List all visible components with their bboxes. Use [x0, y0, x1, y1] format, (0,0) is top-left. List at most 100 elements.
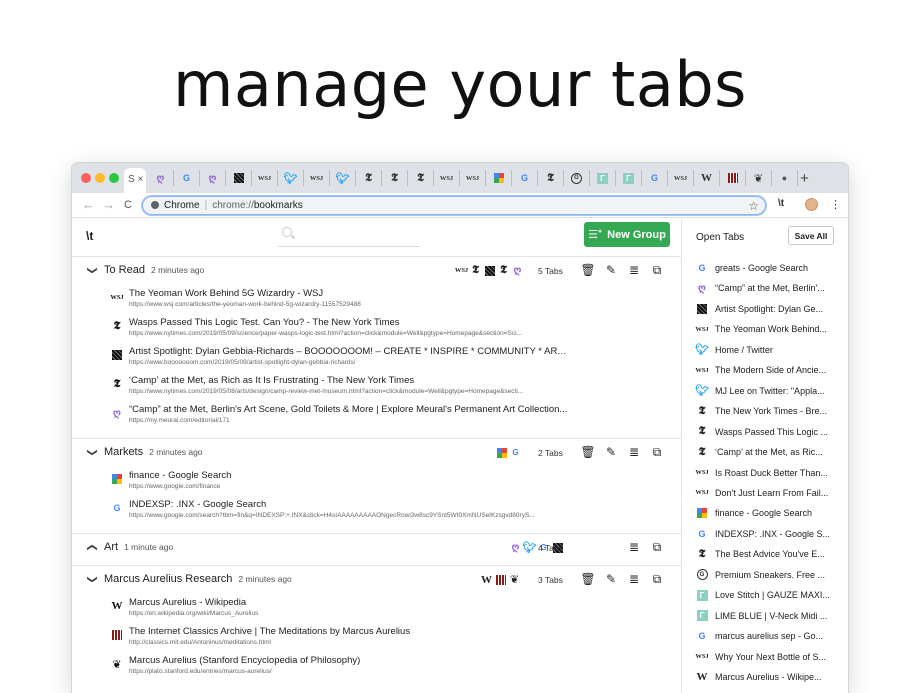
maximize-window-button[interactable] [109, 173, 119, 183]
bookmark-item[interactable]: finance - Google Search https://www.googl… [72, 467, 682, 496]
reload-icon[interactable]: C [124, 199, 132, 211]
bookmark-star-icon[interactable]: ☆ [748, 199, 759, 213]
bookmark-item[interactable]: ღ “Camp” at the Met, Berlin's Art Scene, … [72, 401, 682, 430]
extension-icon[interactable]: \t [778, 198, 784, 209]
chevron-up-icon[interactable]: ❯ [87, 543, 98, 551]
open-external-icon[interactable]: ⧉ [650, 445, 664, 459]
trash-icon[interactable]: 🗑︎ [580, 445, 595, 459]
browser-tab-wsj-icon[interactable]: WSJ [668, 170, 694, 186]
menu-icon[interactable]: ⋮ [830, 198, 841, 211]
open-tab-item[interactable]: 𝕿 The New York Times - Bre... [696, 402, 836, 420]
browser-tab-stitch-icon[interactable]: Γ [590, 170, 616, 186]
browser-tab-meural-icon[interactable]: ღ [200, 170, 226, 186]
browser-tab-nyt-icon[interactable]: 𝕿 [382, 170, 408, 186]
new-group-button[interactable]: ☰+ New Group [584, 222, 670, 247]
list-icon[interactable]: ≣ [627, 263, 641, 277]
open-tab-item[interactable]: W Marcus Aurelius - Wikipe... [696, 668, 836, 686]
bookmark-title[interactable]: “Camp” at the Met, Berlin's Art Scene, G… [129, 404, 569, 415]
browser-tab-meural-icon[interactable]: ღ [148, 170, 174, 186]
trash-icon[interactable]: 🗑︎ [580, 572, 595, 586]
browser-tab-nyt-icon[interactable]: 𝕿 [356, 170, 382, 186]
new-tab-button[interactable]: + [800, 170, 809, 187]
open-tab-item[interactable]: WSJ The Yeoman Work Behind... [695, 320, 836, 338]
browser-tab-google-icon[interactable]: G [512, 170, 538, 186]
open-tab-item[interactable]: Γ LIME BLUE | V-Neck Midi ... [696, 607, 836, 625]
save-all-button[interactable]: Save All [788, 226, 834, 245]
bookmark-title[interactable]: Marcus Aurelius - Wikipedia [129, 597, 569, 608]
pencil-icon[interactable]: ✎ [604, 263, 618, 277]
pencil-icon[interactable]: ✎ [604, 572, 618, 586]
open-tab-item[interactable]: 🐦︎ MJ Lee on Twitter: "Appla... [695, 382, 836, 400]
browser-tab-twitter-icon[interactable]: 🐦︎ [278, 170, 304, 186]
minimize-window-button[interactable] [95, 173, 105, 183]
url-input[interactable]: Chrome | chrome://bookmarks ☆ [142, 196, 766, 215]
open-tab-item[interactable]: Artist Spotlight: Dylan Ge... [696, 300, 836, 318]
browser-tab-wikipedia-icon[interactable]: W [694, 170, 720, 186]
browser-tab-nyt-icon[interactable]: 𝕿 [408, 170, 434, 186]
chevron-down-icon[interactable]: ❯ [87, 266, 98, 274]
bookmark-title[interactable]: finance - Google Search [129, 470, 569, 481]
open-tab-item[interactable]: 𝕿 The Best Advice You've E... [696, 545, 836, 563]
bookmark-item[interactable]: 𝕿 Wasps Passed This Logic Test. Can You? … [72, 314, 682, 343]
browser-tab-google-icon[interactable]: G [642, 170, 668, 186]
bookmark-item[interactable]: The Internet Classics Archive | The Medi… [72, 623, 682, 652]
bookmark-title[interactable]: INDEXSP: .INX - Google Search [129, 499, 569, 510]
open-tab-item[interactable]: WSJ The Modern Side of Ancie... [695, 361, 836, 379]
close-window-button[interactable] [81, 173, 91, 183]
bookmark-title[interactable]: ‘Camp’ at the Met, as Rich as It Is Frus… [129, 375, 569, 386]
bookmark-title[interactable]: Artist Spotlight: Dylan Gebbia-Richards … [129, 346, 569, 357]
bookmark-item[interactable]: ❦ Marcus Aurelius (Stanford Encyclopedia … [72, 652, 682, 681]
browser-tab-wsj-icon[interactable]: WSJ [252, 170, 278, 186]
forward-icon[interactable]: → [102, 197, 115, 212]
browser-tab-wsj-icon[interactable]: WSJ [460, 170, 486, 186]
open-tab-item[interactable]: WSJ Why Your Next Bottle of S... [695, 648, 836, 666]
open-tab-item[interactable]: WSJ Is Roast Duck Better Than... [695, 464, 836, 482]
browser-tab-finance-icon[interactable] [486, 170, 512, 186]
list-icon[interactable]: ≣ [627, 540, 641, 554]
bookmark-item[interactable]: G INDEXSP: .INX - Google Search https://ww… [72, 496, 682, 525]
bookmark-title[interactable]: Marcus Aurelius (Stanford Encyclopedia o… [129, 655, 569, 666]
group-name[interactable]: Marcus Aurelius Research 2 minutes ago [104, 573, 292, 585]
open-tab-item[interactable]: ღ “Camp” at the Met, Berlin'... [696, 279, 836, 297]
bookmark-item[interactable]: WSJ The Yeoman Work Behind 5G Wizardry - … [72, 285, 682, 314]
browser-tab-stitch-icon[interactable]: Γ [616, 170, 642, 186]
group-header[interactable]: ❯ Art 1 minute ago ღ 🐦︎ G 4 Tabs ≣ ⧉ [72, 534, 682, 562]
bookmark-item[interactable]: 𝕿 ‘Camp’ at the Met, as Rich as It Is Fru… [72, 372, 682, 401]
open-tab-item[interactable]: finance - Google Search [696, 504, 836, 522]
browser-tab-twitter-icon[interactable]: 🐦︎ [330, 170, 356, 186]
open-external-icon[interactable]: ⧉ [650, 572, 664, 586]
open-tab-item[interactable]: G Premium Sneakers. Free ... [696, 566, 836, 584]
active-tab[interactable]: S × [124, 168, 146, 193]
list-icon[interactable]: ≣ [627, 445, 641, 459]
browser-tab-stanford-icon[interactable]: ❦ [746, 170, 772, 186]
open-external-icon[interactable]: ⧉ [650, 540, 664, 554]
bookmark-item[interactable]: Artist Spotlight: Dylan Gebbia-Richards … [72, 343, 682, 372]
group-header[interactable]: ❯ Markets 2 minutes ago G 2 Tabs 🗑︎ ✎ ≣ ⧉ [72, 439, 682, 467]
group-name[interactable]: Art 1 minute ago [104, 541, 173, 553]
group-name[interactable]: Markets 2 minutes ago [104, 446, 203, 458]
browser-tab-nyt-icon[interactable]: 𝕿 [538, 170, 564, 186]
open-tab-item[interactable]: 𝕿 Wasps Passed This Logic ... [696, 423, 836, 441]
open-tab-item[interactable]: WSJ Don't Just Learn From Fail... [695, 484, 836, 502]
browser-tab-wsj-icon[interactable]: WSJ [434, 170, 460, 186]
chevron-down-icon[interactable]: ❯ [87, 575, 98, 583]
list-icon[interactable]: ≣ [627, 572, 641, 586]
back-icon[interactable]: ← [82, 197, 95, 212]
bookmark-title[interactable]: The Yeoman Work Behind 5G Wizardry - WSJ [129, 288, 569, 299]
open-external-icon[interactable]: ⧉ [650, 263, 664, 277]
trash-icon[interactable]: 🗑︎ [580, 263, 595, 277]
open-tab-item[interactable]: G INDEXSP: .INX - Google S... [696, 525, 836, 543]
browser-tab-apple-icon[interactable]: ● [772, 170, 798, 186]
browser-tab-google-icon[interactable]: G [174, 170, 200, 186]
bookmark-item[interactable]: W Marcus Aurelius - Wikipedia https://en.w… [72, 594, 682, 623]
open-tab-item[interactable]: Gmarcus aurelius sep - Go... [696, 627, 836, 645]
pencil-icon[interactable]: ✎ [604, 445, 618, 459]
open-tab-item[interactable]: 𝕿 ‘Camp’ at the Met, as Ric... [696, 443, 836, 461]
search-input[interactable] [278, 225, 420, 247]
group-header[interactable]: ❯ To Read 2 minutes ago WSJ 𝕿 𝕿ღ 5 Tabs 🗑︎ ✎ ≣ ⧉ [72, 257, 682, 285]
browser-tab-wsj-icon[interactable]: WSJ [304, 170, 330, 186]
profile-avatar[interactable] [805, 198, 818, 211]
open-tab-item[interactable]: Γ Love Stitch | GAUZE MAXI... [696, 586, 836, 604]
open-tab-item[interactable]: Ggreats - Google Search [696, 259, 836, 277]
group-name[interactable]: To Read 2 minutes ago [104, 264, 204, 276]
